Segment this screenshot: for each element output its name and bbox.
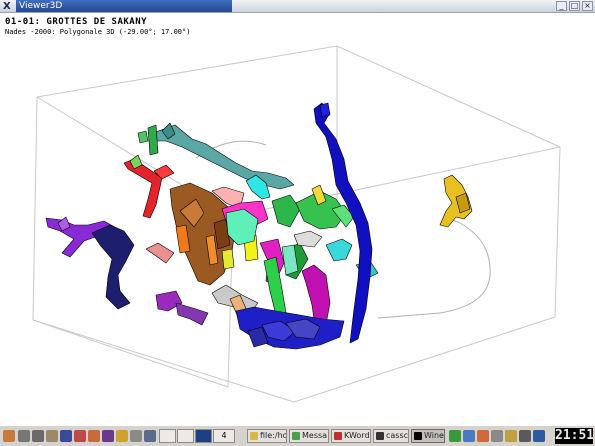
task-label: cassc bbox=[386, 431, 409, 440]
clipboard-icon[interactable] bbox=[505, 430, 517, 442]
close-button[interactable]: × bbox=[582, 1, 593, 11]
terminal-icon bbox=[376, 432, 384, 440]
app-icon-4[interactable] bbox=[144, 430, 156, 442]
cave-subtitle: Nades -2000: Polygonale 3D (-29.00°; 17.… bbox=[5, 28, 191, 36]
tray-icon-1[interactable] bbox=[449, 430, 461, 442]
task-wine[interactable]: Wine bbox=[411, 429, 445, 443]
edit-icon[interactable] bbox=[130, 430, 142, 442]
print-icon[interactable] bbox=[32, 430, 44, 442]
back-icon[interactable] bbox=[18, 430, 30, 442]
maximize-button[interactable]: □ bbox=[569, 1, 580, 11]
cave-title: 01-01: GROTTES DE SAKANY bbox=[5, 17, 148, 27]
tray-icon-4[interactable] bbox=[491, 430, 503, 442]
task-terminal[interactable]: cassc bbox=[373, 429, 409, 443]
window-titlebar[interactable]: X Viewer3D _ □ × bbox=[0, 0, 595, 13]
minimize-button[interactable]: _ bbox=[556, 1, 567, 11]
tray-icon-6[interactable] bbox=[533, 430, 545, 442]
cave-network bbox=[45, 102, 473, 350]
folder-icon bbox=[250, 432, 258, 440]
task-label: Wine bbox=[424, 431, 444, 440]
app-icon-1[interactable] bbox=[88, 430, 100, 442]
home-icon[interactable] bbox=[46, 430, 58, 442]
task-messages[interactable]: Messa bbox=[289, 429, 329, 443]
desktop-1[interactable] bbox=[159, 429, 176, 443]
task-label: KWord bbox=[344, 431, 370, 440]
cave-3d-render[interactable] bbox=[0, 13, 595, 425]
app-icon-3[interactable] bbox=[116, 430, 128, 442]
desktop-3[interactable] bbox=[195, 429, 212, 443]
clock[interactable]: 21:51 bbox=[555, 428, 594, 444]
kword-icon bbox=[334, 432, 342, 440]
browser-icon[interactable] bbox=[74, 430, 86, 442]
window-controls: _ □ × bbox=[556, 1, 593, 11]
task-file-browser[interactable]: file:/ho bbox=[247, 429, 287, 443]
3d-viewport[interactable]: 01-01: GROTTES DE SAKANY Nades -2000: Po… bbox=[0, 13, 595, 425]
tray-icon-2[interactable] bbox=[463, 430, 475, 442]
globe-icon[interactable] bbox=[60, 430, 72, 442]
window-title: Viewer3D bbox=[16, 0, 232, 12]
kde-menu-icon[interactable] bbox=[3, 430, 15, 442]
task-kword[interactable]: KWord bbox=[331, 429, 371, 443]
window-menu-icon[interactable]: X bbox=[3, 0, 11, 13]
tray-icon-3[interactable] bbox=[477, 430, 489, 442]
chat-icon bbox=[292, 432, 300, 440]
desktop-4[interactable]: 4 bbox=[213, 429, 235, 443]
taskbar: 4 file:/ho Messa KWord cassc Wine 21:51 bbox=[0, 425, 595, 446]
viewer-header: 01-01: GROTTES DE SAKANY Nades -2000: Po… bbox=[5, 17, 190, 37]
desktop-2[interactable] bbox=[177, 429, 194, 443]
app-icon-2[interactable] bbox=[102, 430, 114, 442]
tray-icon-5[interactable] bbox=[519, 430, 531, 442]
task-label: file:/ho bbox=[260, 431, 287, 440]
task-label: Messa bbox=[302, 431, 328, 440]
wine-icon bbox=[414, 432, 422, 440]
